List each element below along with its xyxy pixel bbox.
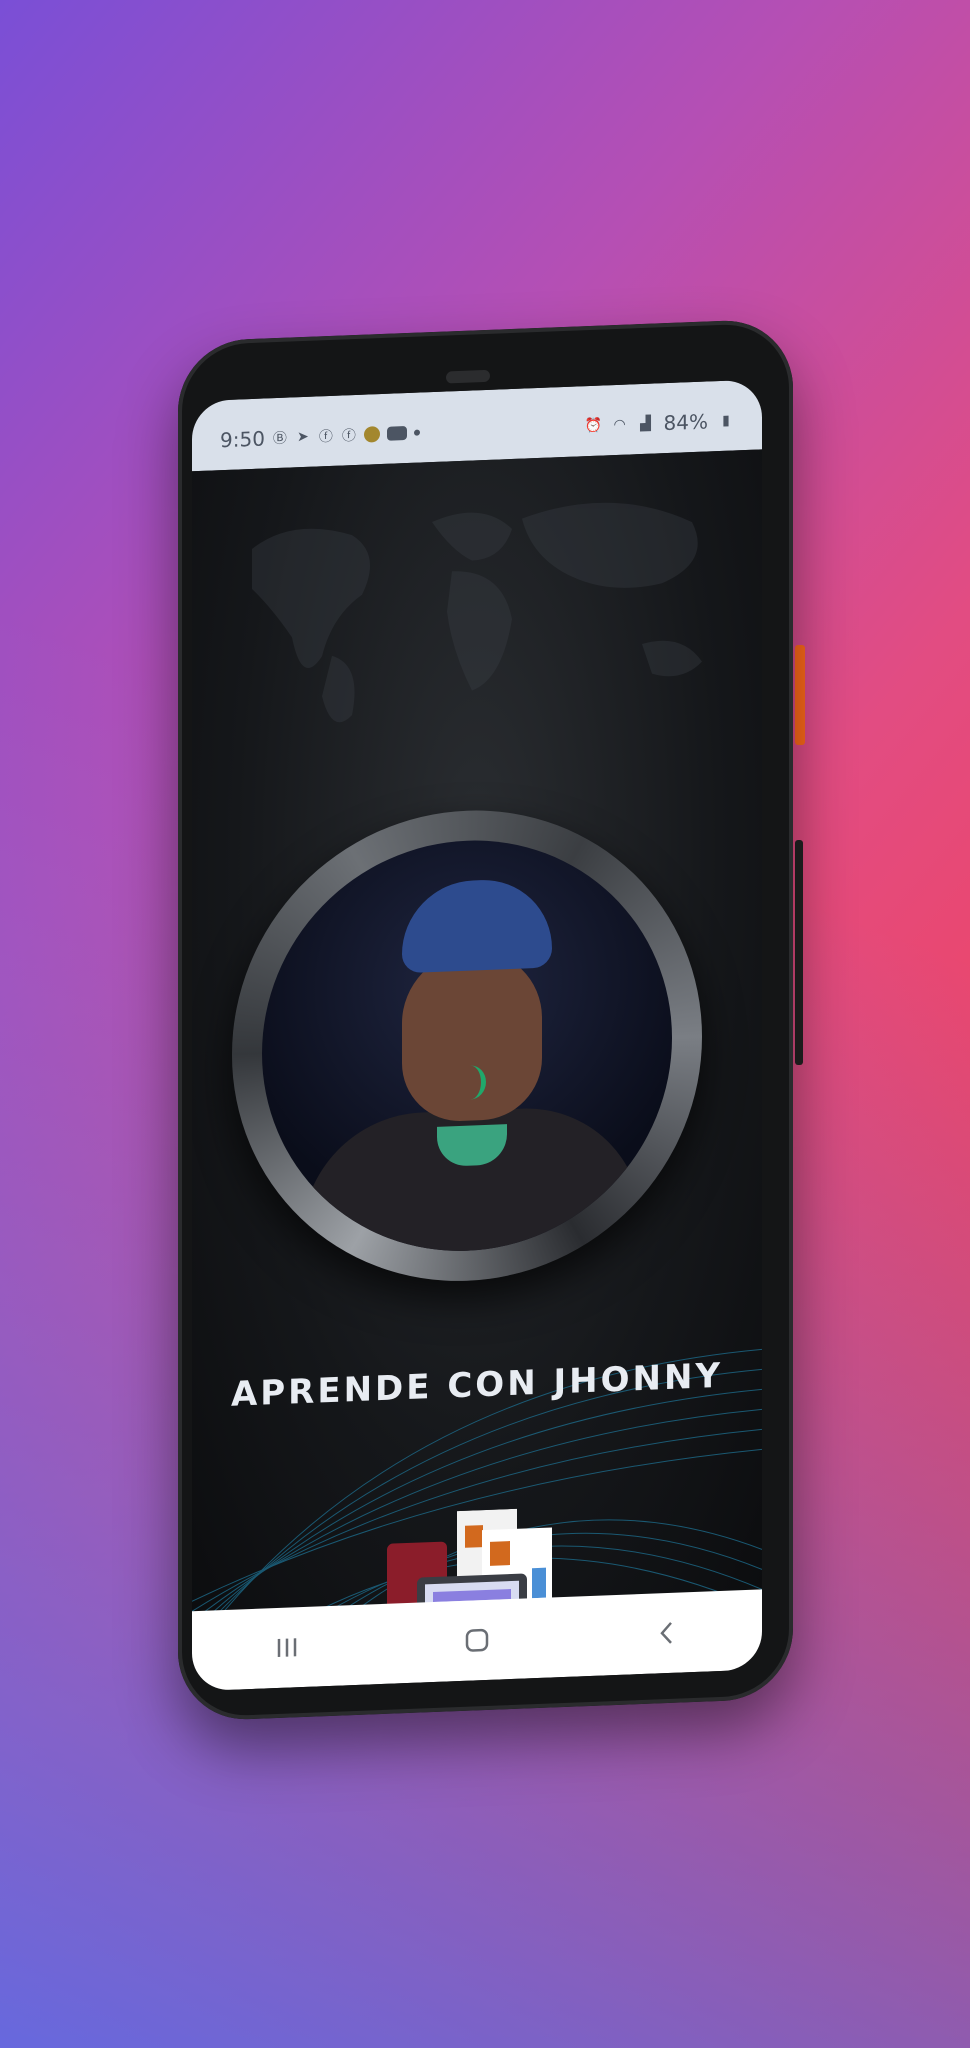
app-icon bbox=[363, 426, 380, 443]
alarm-icon: ⏰ bbox=[584, 417, 603, 435]
facebook-icon: ⓕ bbox=[341, 427, 356, 445]
youtube-icon bbox=[386, 426, 407, 441]
avatar-cap bbox=[402, 877, 552, 974]
avatar-ring bbox=[232, 801, 702, 1290]
side-button-orange bbox=[795, 645, 805, 745]
phone-screen: 9:50 Ⓑ ➤ ⓕ ⓕ ⏰ ◠ ▟ 84% ▮ APRENDE CON JHO… bbox=[192, 379, 762, 1692]
recents-icon bbox=[277, 1638, 297, 1657]
battery-icon: ▮ bbox=[722, 412, 730, 429]
battery-percentage: 84% bbox=[663, 409, 708, 436]
world-map-graphic bbox=[252, 502, 702, 723]
home-icon bbox=[465, 1628, 489, 1652]
back-icon bbox=[660, 1622, 672, 1644]
side-button-volume bbox=[795, 840, 803, 1065]
recents-button[interactable] bbox=[257, 1626, 317, 1668]
b-icon: Ⓑ bbox=[272, 430, 287, 448]
phone-mockup: 9:50 Ⓑ ➤ ⓕ ⓕ ⏰ ◠ ▟ 84% ▮ APRENDE CON JHO… bbox=[178, 318, 793, 1722]
wifi-icon: ◠ bbox=[613, 416, 626, 434]
avatar bbox=[262, 832, 672, 1259]
dot-icon bbox=[413, 429, 420, 436]
back-button[interactable] bbox=[637, 1612, 697, 1654]
telegram-icon: ➤ bbox=[297, 428, 309, 446]
splash-screen: APRENDE CON JHONNY bbox=[192, 449, 762, 1658]
earpiece-speaker bbox=[446, 369, 490, 384]
signal-icon: ▟ bbox=[640, 415, 651, 433]
status-time: 9:50 bbox=[220, 426, 265, 453]
home-button[interactable] bbox=[447, 1619, 507, 1661]
facebook-icon: ⓕ bbox=[318, 428, 333, 446]
